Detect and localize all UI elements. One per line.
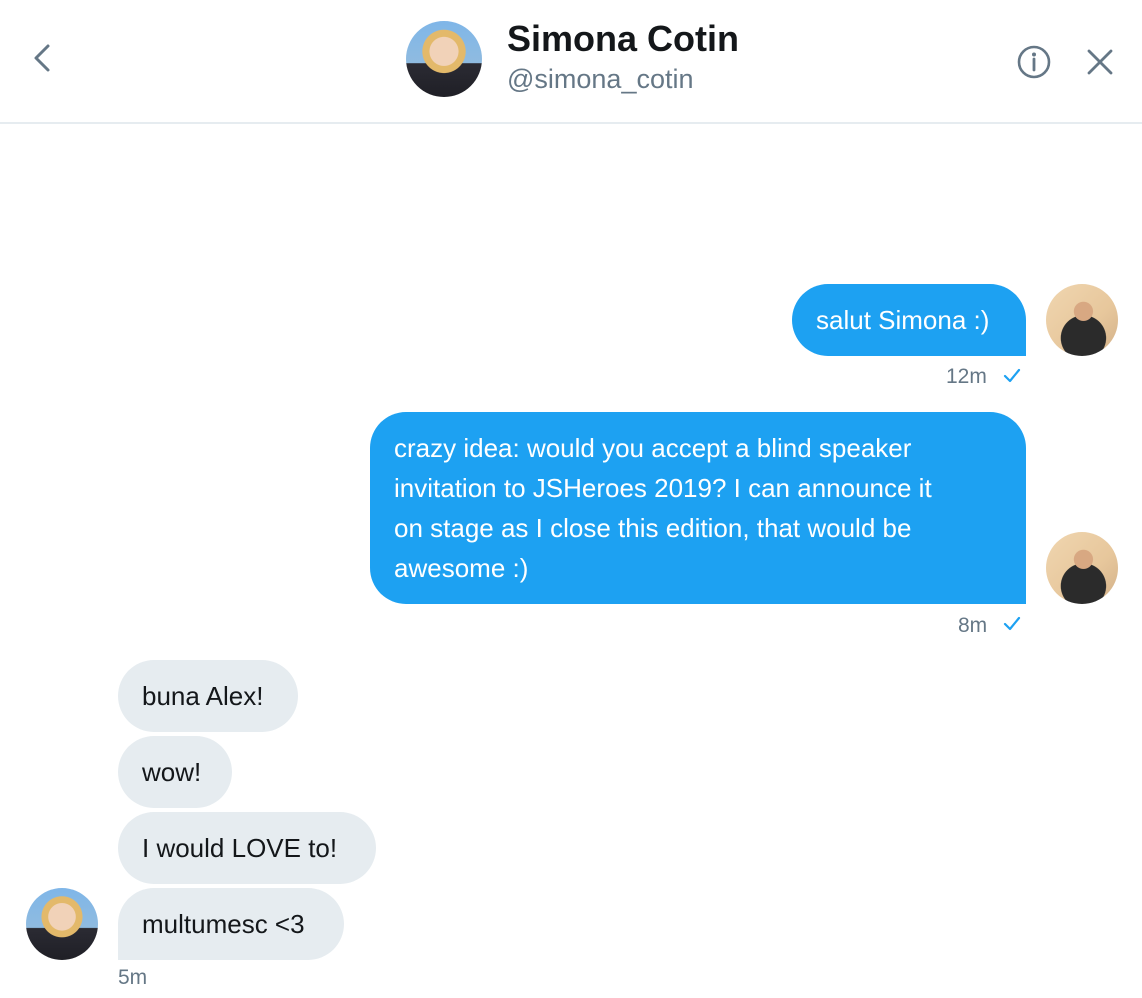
message-bubble-incoming[interactable]: I would LOVE to! [118,812,376,884]
avatar[interactable] [1046,532,1118,604]
message-timestamp: 5m [118,966,148,989]
avatar[interactable] [26,888,98,960]
avatar[interactable] [1046,284,1118,356]
message-bubble-outgoing[interactable]: crazy idea: would you accept a blind spe… [370,412,1026,604]
message-text: salut Simona :) [816,305,990,335]
chevron-left-icon [34,44,50,72]
info-button[interactable] [1014,42,1054,82]
conversation-header: Simona Cotin @simona_cotin [0,0,1142,124]
message-text: I would LOVE to! [142,833,338,863]
message-bubble-incoming[interactable]: multumesc <3 [118,888,344,960]
conversation-title: Simona Cotin [507,18,739,59]
message-text: buna Alex! [142,681,264,711]
info-circle-icon [1017,45,1051,79]
conversation-handle: @simona_cotin [507,64,694,94]
message-text-line: awesome :) [394,553,529,583]
back-button[interactable] [22,38,62,78]
checkmark-icon [1003,616,1021,631]
message-timestamp: 12m [946,365,987,388]
message-text: multumesc <3 [142,909,305,939]
message-text-line: on stage as I close this edition, that w… [394,513,912,543]
message-bubble-incoming[interactable]: buna Alex! [118,660,298,732]
close-icon [1087,49,1113,75]
message-text-line: crazy idea: would you accept a blind spe… [394,433,912,463]
message-text-line: invitation to JSHeroes 2019? I can annou… [394,473,932,503]
close-button[interactable] [1082,44,1118,80]
checkmark-icon [1003,368,1021,383]
message-bubble-outgoing[interactable]: salut Simona :) [792,284,1026,356]
message-timestamp: 8m [958,614,988,637]
message-text: wow! [142,757,202,787]
avatar[interactable] [406,21,482,97]
message-bubble-incoming[interactable]: wow! [118,736,232,808]
